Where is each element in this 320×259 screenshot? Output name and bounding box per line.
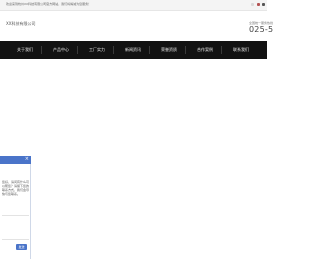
hotline-phone: 025-5 bbox=[249, 25, 274, 34]
close-icon[interactable]: × bbox=[25, 157, 29, 162]
chat-message: 您好，请问有什么可以帮您？请留下您的联系方式，我们会尽快与您联系。 bbox=[2, 180, 30, 196]
nav-divider bbox=[41, 46, 42, 54]
site-header: XX科技有限公司 全国统一服务热线 025-5 bbox=[0, 11, 273, 41]
company-name[interactable]: XX科技有限公司 bbox=[6, 21, 35, 27]
weibo-icon[interactable] bbox=[257, 3, 260, 6]
chat-body: 您好，请问有什么可以帮您？请留下您的联系方式，我们会尽快与您联系。 发送 bbox=[0, 164, 31, 259]
chat-header[interactable]: × bbox=[0, 156, 31, 164]
nav-divider bbox=[113, 46, 114, 54]
top-bar: 欢迎来到杭州XX科技有限公司官方网站，我们将竭诚为您服务！ bbox=[0, 0, 267, 11]
nav-divider bbox=[77, 46, 78, 54]
nav-item-honors[interactable]: 荣誉资质 bbox=[161, 47, 177, 53]
chat-input[interactable] bbox=[2, 215, 29, 240]
nav-divider bbox=[221, 46, 222, 54]
chat-widget: × 您好，请问有什么可以帮您？请留下您的联系方式，我们会尽快与您联系。 发送 bbox=[0, 156, 31, 259]
nav-divider bbox=[149, 46, 150, 54]
wechat-icon[interactable] bbox=[251, 3, 254, 6]
nav-item-factory[interactable]: 工厂实力 bbox=[89, 47, 105, 53]
nav-item-about[interactable]: 关于我们 bbox=[17, 47, 33, 53]
nav-item-contact[interactable]: 联系我们 bbox=[233, 47, 249, 53]
user-icon[interactable] bbox=[262, 3, 265, 6]
page-content bbox=[0, 59, 267, 259]
nav-divider bbox=[185, 46, 186, 54]
nav-item-products[interactable]: 产品中心 bbox=[53, 47, 69, 53]
nav-item-cases[interactable]: 合作案例 bbox=[197, 47, 213, 53]
main-nav: 关于我们 产品中心 工厂实力 新闻资讯 荣誉资质 合作案例 联系我们 bbox=[0, 41, 267, 59]
chat-send-button[interactable]: 发送 bbox=[16, 244, 27, 250]
nav-item-news[interactable]: 新闻资讯 bbox=[125, 47, 141, 53]
welcome-notice: 欢迎来到杭州XX科技有限公司官方网站，我们将竭诚为您服务！ bbox=[6, 2, 92, 6]
